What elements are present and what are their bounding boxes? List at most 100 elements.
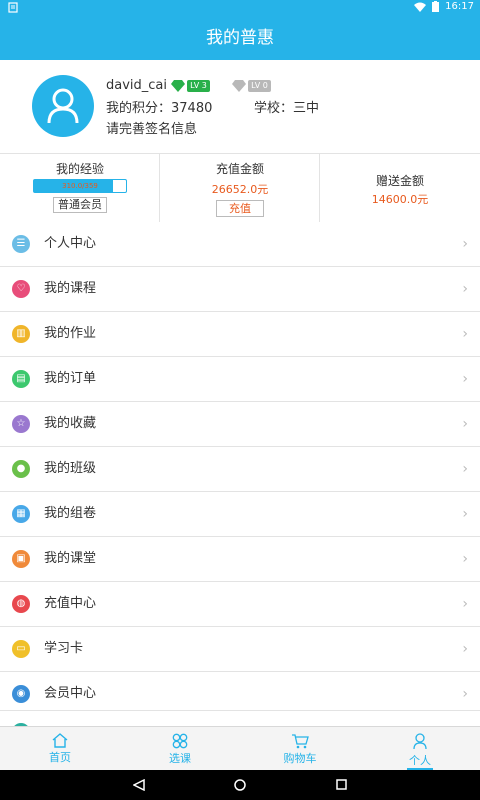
- chevron-right-icon: ›: [462, 281, 468, 297]
- menu-item-label: 我的课堂: [44, 551, 97, 566]
- person-card-icon: ☰: [12, 235, 30, 253]
- recharge-title: 充值金额: [215, 162, 264, 176]
- select-course-icon: [172, 733, 188, 749]
- page-title: 我的普惠: [0, 16, 480, 60]
- chevron-right-icon: ›: [462, 326, 468, 342]
- group-icon: ●: [12, 460, 30, 478]
- menu-item-partial[interactable]: [0, 710, 480, 727]
- chevron-right-icon: ›: [462, 551, 468, 567]
- chevron-right-icon: ›: [462, 416, 468, 432]
- tab-select-course-label: 选课: [169, 752, 191, 765]
- recents-icon[interactable]: [336, 779, 347, 790]
- member-icon: ◉: [12, 685, 30, 703]
- icon-glyph: ◍: [16, 598, 26, 609]
- menu-item-label: 学习卡: [44, 641, 84, 656]
- menu-item-label: 我的组卷: [44, 506, 97, 521]
- chevron-right-icon: ›: [462, 641, 468, 657]
- menu-item[interactable]: ☰ 个人中心 ›: [0, 222, 480, 267]
- tab-home[interactable]: 首页: [0, 727, 120, 771]
- icon-glyph: ☆: [16, 418, 26, 429]
- home-nav-icon[interactable]: [234, 779, 246, 791]
- bottom-tab-bar: 首页 选课 购物车 个人: [0, 726, 480, 771]
- menu-list: ☰ 个人中心 › ♡ 我的课程 › ▥ 我的作业 › ▤ 我的订单 › ☆ 我的收藏 › ● 我的班级 › ▦ 我的组…: [0, 222, 480, 717]
- experience-value: 310.0/359: [62, 182, 98, 190]
- menu-item-label: 我的订单: [44, 371, 97, 386]
- notification-icon: [8, 2, 18, 16]
- cart-icon: [291, 734, 309, 749]
- menu-item-label: 个人中心: [44, 236, 97, 251]
- order-icon: ▤: [12, 370, 30, 388]
- menu-item[interactable]: ▥ 我的作业 ›: [0, 312, 480, 357]
- clock: 16:17: [445, 1, 474, 12]
- chevron-right-icon: ›: [462, 506, 468, 522]
- tab-cart-label: 购物车: [283, 752, 317, 765]
- chevron-right-icon: ›: [462, 596, 468, 612]
- menu-item[interactable]: ♡ 我的课程 ›: [0, 267, 480, 312]
- recharge-stat: 充值金额 26652.0元 充值: [160, 154, 320, 222]
- home-icon: [52, 733, 68, 748]
- book-icon: ▥: [12, 325, 30, 343]
- avatar-person-icon: [47, 88, 79, 124]
- school-text: 学校：三中: [254, 101, 320, 116]
- menu-item[interactable]: ☆ 我的收藏 ›: [0, 402, 480, 447]
- profile-card[interactable]: david_cai LV 3 LV 0 我的积分：37480 学校：三中 请完善…: [0, 60, 480, 153]
- battery-icon: [432, 1, 440, 12]
- level-badge: LV 3: [187, 79, 210, 92]
- wifi-icon: [414, 2, 427, 12]
- menu-item-label: 充值中心: [44, 596, 97, 611]
- icon-glyph: ▦: [16, 508, 26, 519]
- stats-panel: 我的经验 310.0/359 普通会员 充值金额 26652.0元 充值 赠送金…: [0, 153, 480, 223]
- experience-progress-bar: 310.0/359: [33, 179, 127, 193]
- level-badge-2: LV 0: [248, 79, 271, 92]
- icon-glyph: ◉: [16, 688, 26, 699]
- diamond-gray-icon: [232, 79, 247, 92]
- icon-glyph: ▤: [16, 373, 26, 384]
- tab-cart[interactable]: 购物车: [240, 727, 360, 771]
- experience-title: 我的经验: [55, 162, 104, 176]
- tab-personal[interactable]: 个人: [360, 727, 480, 771]
- gift-title: 赠送金额: [375, 174, 424, 188]
- gift-stat: 赠送金额 14600.0元: [320, 154, 480, 222]
- points-text: 我的积分：37480: [106, 101, 213, 116]
- star-icon: ☆: [12, 415, 30, 433]
- experience-stat: 我的经验 310.0/359 普通会员: [0, 154, 160, 222]
- card-icon: ▭: [12, 640, 30, 658]
- gift-amount: 14600.0元: [371, 193, 429, 206]
- chevron-right-icon: ›: [462, 236, 468, 252]
- chevron-right-icon: ›: [462, 371, 468, 387]
- icon-glyph: ▭: [16, 643, 26, 654]
- tab-select-course[interactable]: 选课: [120, 727, 240, 771]
- heart-icon: ♡: [12, 280, 30, 298]
- diamond-green-icon: [171, 79, 186, 92]
- menu-item[interactable]: ▭ 学习卡 ›: [0, 627, 480, 672]
- avatar[interactable]: [32, 75, 94, 137]
- menu-item[interactable]: ▦ 我的组卷 ›: [0, 492, 480, 537]
- chart-icon: ▦: [12, 505, 30, 523]
- menu-item[interactable]: ◍ 充值中心 ›: [0, 582, 480, 627]
- tab-personal-label: 个人: [407, 752, 433, 770]
- chevron-right-icon: ›: [462, 461, 468, 477]
- recharge-amount: 26652.0元: [211, 183, 269, 196]
- system-nav-bar: [0, 770, 480, 800]
- icon-glyph: ●: [16, 463, 26, 474]
- status-bar: 16:17: [0, 0, 480, 16]
- piggy-icon: ◍: [12, 595, 30, 613]
- menu-item-label: 我的班级: [44, 461, 97, 476]
- menu-item-label: 我的课程: [44, 281, 97, 296]
- signature-hint[interactable]: 请完善签名信息: [106, 118, 197, 137]
- icon-glyph: ▣: [16, 553, 26, 564]
- menu-item[interactable]: ▤ 我的订单 ›: [0, 357, 480, 402]
- menu-item-label: 我的作业: [44, 326, 97, 341]
- username: david_cai: [106, 78, 168, 93]
- recharge-button[interactable]: 充值: [216, 200, 264, 217]
- icon-glyph: ▥: [16, 328, 26, 339]
- tab-home-label: 首页: [49, 751, 71, 764]
- icon-glyph: ♡: [16, 283, 26, 294]
- icon-glyph: ☰: [16, 238, 26, 249]
- person-icon: [413, 733, 427, 749]
- back-icon[interactable]: [133, 779, 145, 791]
- menu-item-label: 我的收藏: [44, 416, 97, 431]
- member-level: 普通会员: [53, 197, 107, 213]
- menu-item[interactable]: ▣ 我的课堂 ›: [0, 537, 480, 582]
- menu-item[interactable]: ● 我的班级 ›: [0, 447, 480, 492]
